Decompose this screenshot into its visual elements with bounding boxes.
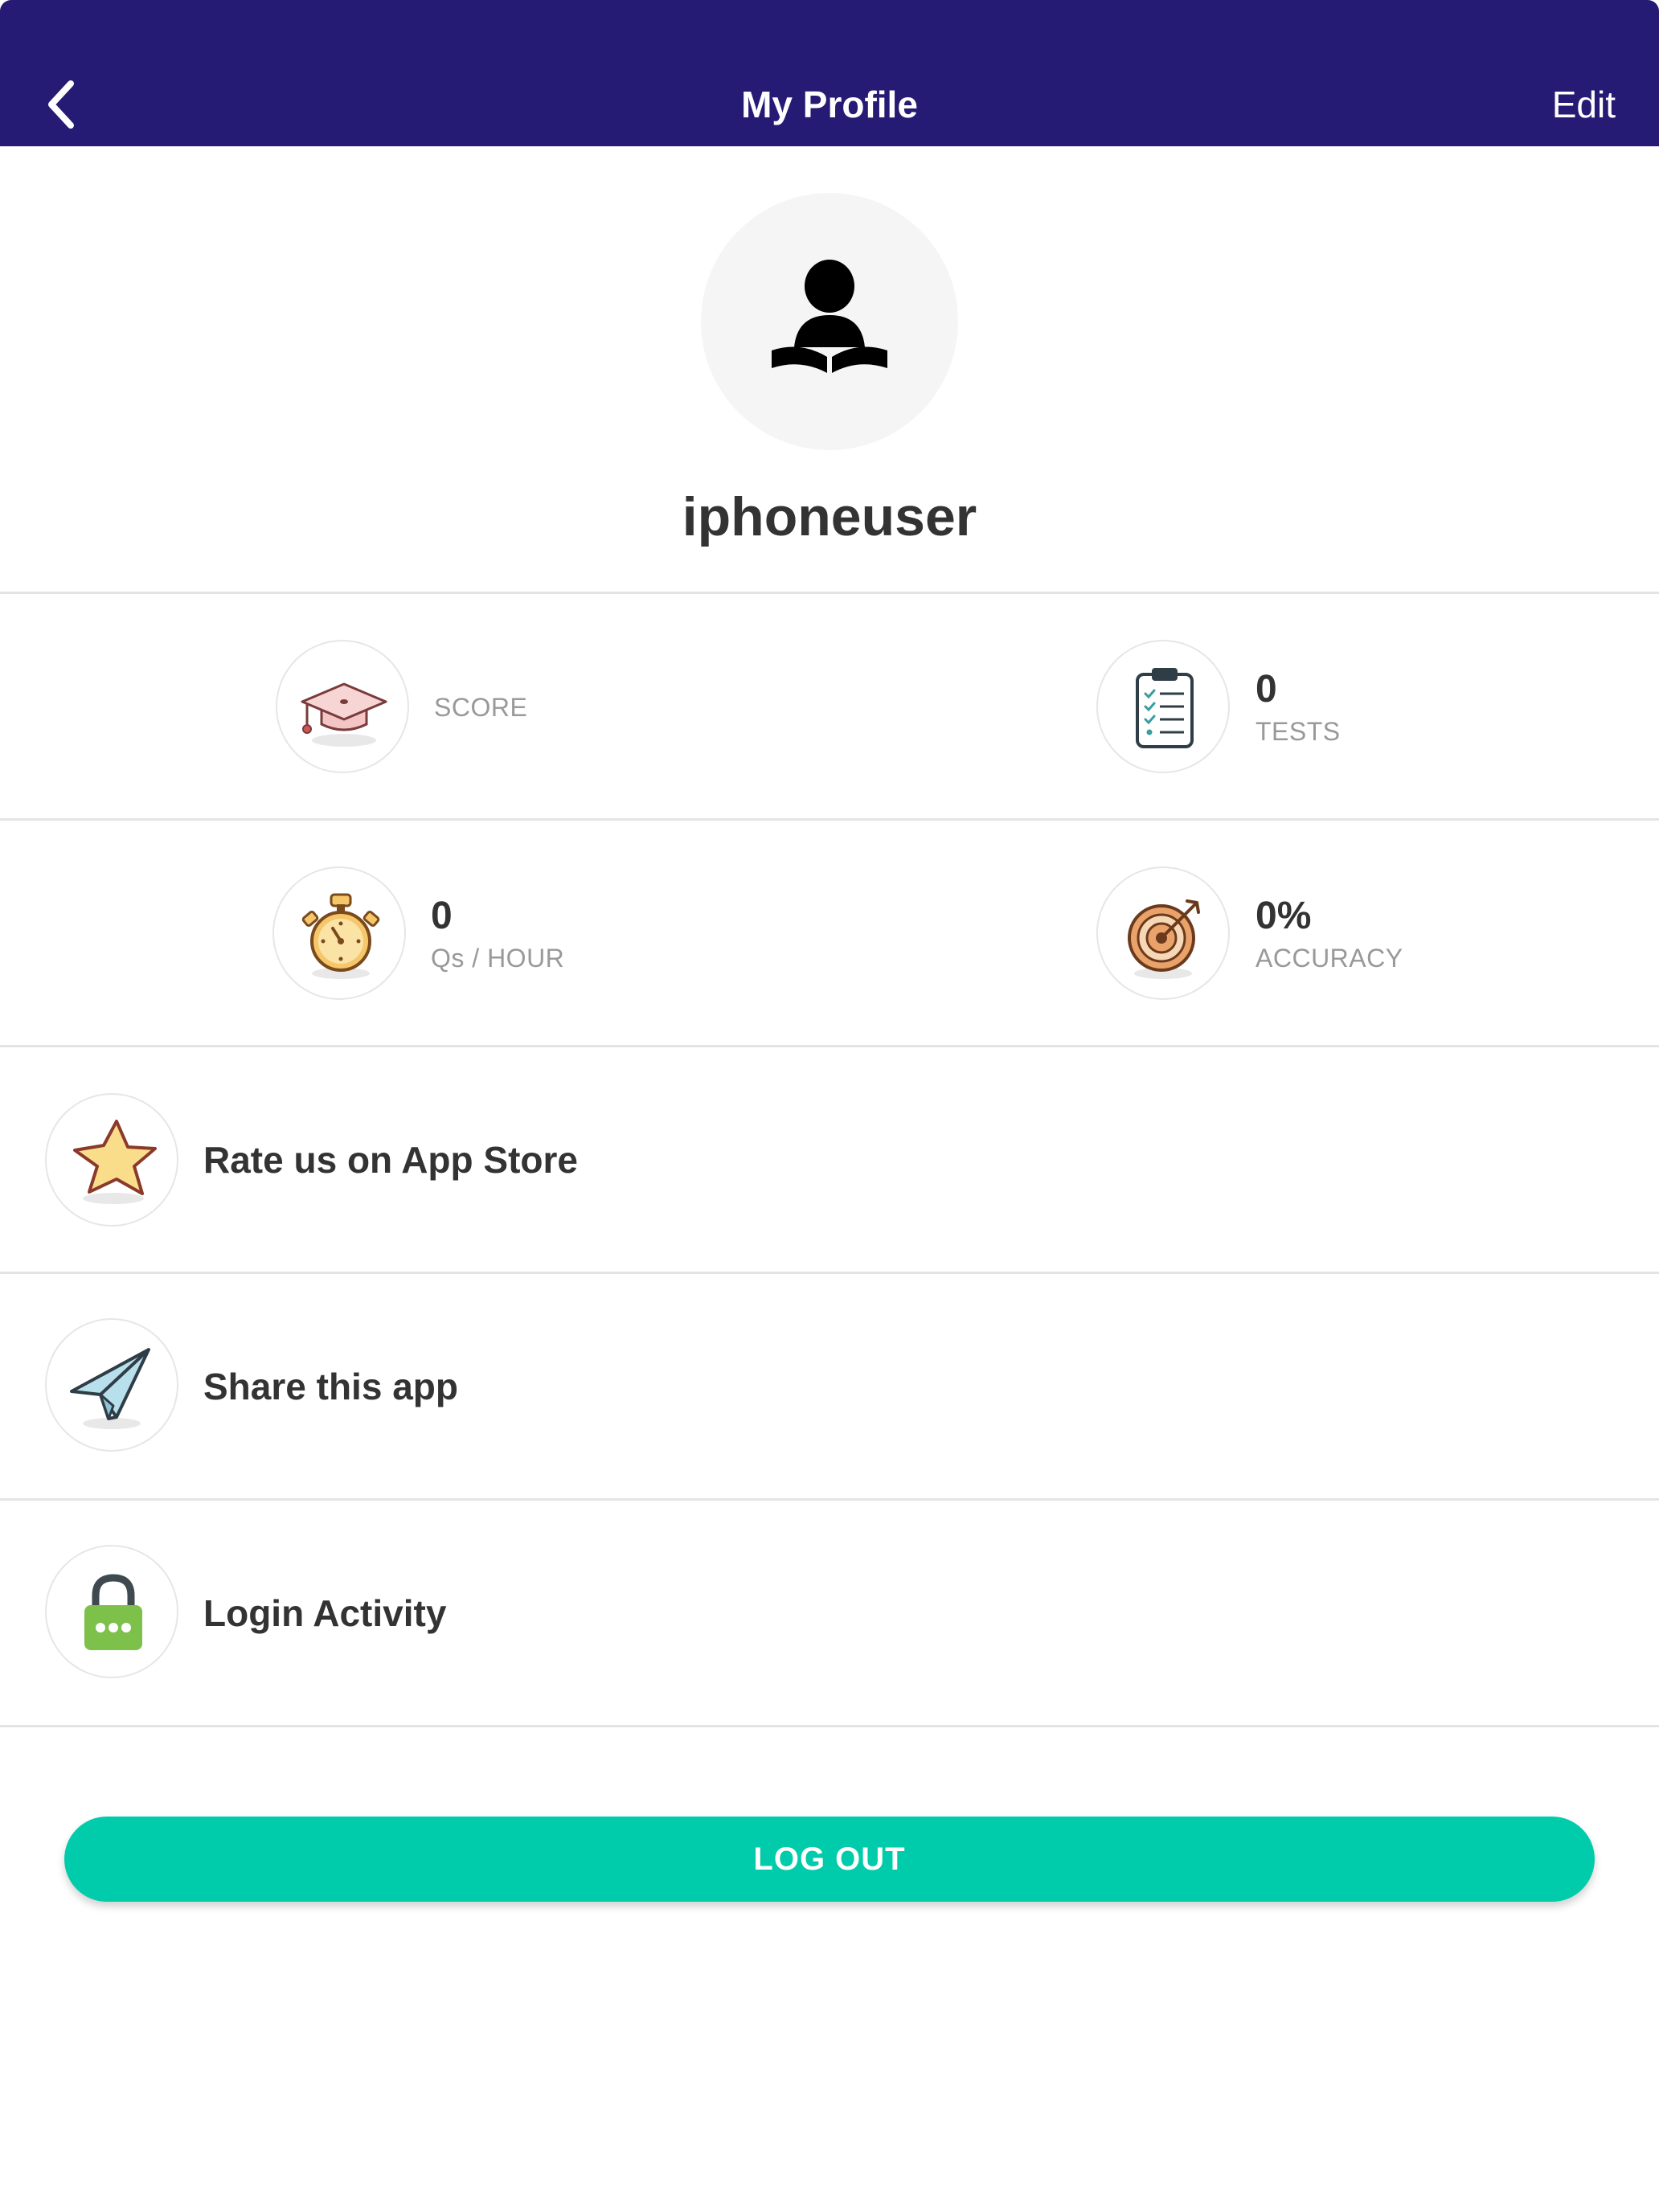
graduation-cap-icon <box>301 682 387 747</box>
stopwatch-icon <box>301 893 380 979</box>
clipboard-checklist-icon <box>1136 668 1194 748</box>
qs-hour-value: 0 <box>431 895 453 937</box>
nav-bar: My Profile Edit <box>0 0 1659 146</box>
rate-icon-circle <box>45 1093 178 1227</box>
avatar[interactable] <box>701 193 958 450</box>
divider <box>0 1725 1659 1727</box>
qs-hour-icon-circle <box>272 866 406 1000</box>
logout-button[interactable]: LOG OUT <box>64 1817 1595 1902</box>
lock-icon-circle <box>45 1545 178 1678</box>
edit-button[interactable]: Edit <box>1552 80 1616 129</box>
menu-item-rate-app[interactable]: Rate us on App Store <box>0 1047 1659 1272</box>
accuracy-value: 0% <box>1256 895 1312 937</box>
share-app-label: Share this app <box>203 1366 458 1407</box>
star-icon <box>73 1120 157 1204</box>
menu-item-login-activity[interactable]: Login Activity <box>0 1501 1659 1726</box>
accuracy-icon-circle <box>1096 866 1230 1000</box>
paper-plane-icon <box>70 1348 150 1429</box>
score-icon-circle <box>276 640 409 773</box>
tests-label: TESTS <box>1256 717 1341 746</box>
login-activity-label: Login Activity <box>203 1592 447 1634</box>
username: iphoneuser <box>682 486 977 547</box>
rate-app-label: Rate us on App Store <box>203 1139 578 1181</box>
page-title: My Profile <box>741 84 918 125</box>
accuracy-label: ACCURACY <box>1256 944 1403 973</box>
divider <box>0 818 1659 821</box>
target-icon <box>1128 899 1200 979</box>
lock-icon <box>84 1574 142 1650</box>
score-label: SCORE <box>434 693 528 722</box>
user-reading-icon <box>772 260 887 373</box>
qs-hour-label: Qs / HOUR <box>431 944 565 973</box>
share-icon-circle <box>45 1318 178 1452</box>
menu-item-share-app[interactable]: Share this app <box>0 1274 1659 1499</box>
tests-icon-circle <box>1096 640 1230 773</box>
tests-value: 0 <box>1256 668 1277 711</box>
divider <box>0 592 1659 594</box>
